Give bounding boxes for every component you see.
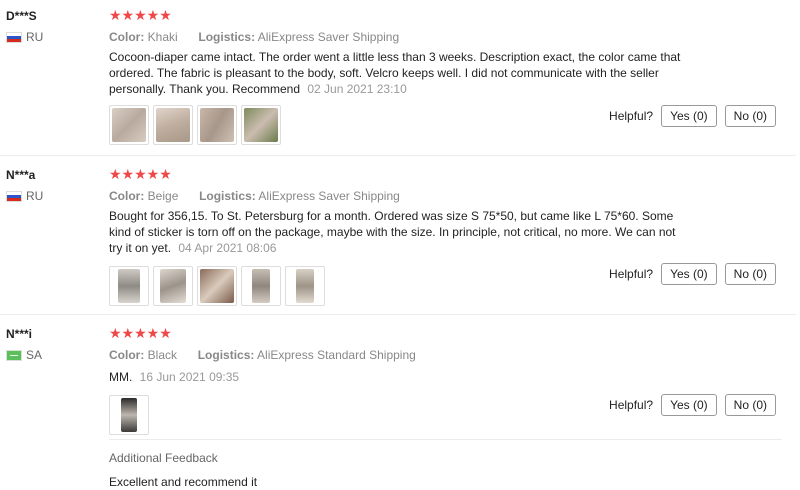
helpful-yes-button[interactable]: Yes (0) — [661, 105, 717, 127]
helpful-label: Helpful? — [609, 109, 654, 123]
star-rating: ★★★★★ — [109, 7, 172, 23]
helpful-yes-button[interactable]: Yes (0) — [661, 263, 717, 285]
logistics-label: Logistics: — [199, 189, 256, 203]
user-name: D***S — [6, 9, 37, 23]
review-text: Bought for 356,15. To St. Petersburg for… — [109, 208, 684, 256]
star-rating: ★★★★★ — [109, 166, 172, 182]
review-user: N***i SA — [6, 326, 42, 362]
user-country: SA — [6, 348, 42, 362]
color-label: Color: — [109, 348, 145, 362]
logistics-label: Logistics: — [198, 30, 256, 44]
review-date: 04 Apr 2021 08:06 — [178, 241, 277, 255]
color-label: Color: — [109, 30, 145, 44]
logistics-label: Logistics: — [197, 348, 255, 362]
review-photo-thumb[interactable] — [285, 266, 325, 306]
helpful-no-button[interactable]: No (0) — [724, 105, 776, 127]
color-value: Black — [147, 348, 178, 362]
review-photo-thumb[interactable] — [241, 266, 281, 306]
review-user: N***a RU — [6, 167, 43, 203]
review-date: 16 Jun 2021 09:35 — [139, 370, 240, 384]
additional-feedback-text: Excellent and recommend it — [109, 475, 258, 489]
user-country: RU — [6, 30, 43, 44]
review-photo-thumb[interactable] — [109, 266, 149, 306]
logistics-value: AliExpress Saver Shipping — [258, 189, 400, 203]
review-photo-thumb[interactable] — [109, 105, 149, 145]
review-photo-thumb[interactable] — [241, 105, 281, 145]
review-item: N***i SA ★★★★★ Color: Black Logistics: A… — [0, 316, 796, 490]
country-code: RU — [26, 189, 44, 203]
user-name: N***i — [6, 327, 33, 341]
color-value: Beige — [147, 189, 179, 203]
saudi-arabia-flag-icon — [6, 349, 22, 361]
review-body: MM. — [109, 370, 133, 384]
helpful-no-button[interactable]: No (0) — [724, 394, 776, 416]
color-label: Color: — [109, 189, 145, 203]
review-divider — [0, 155, 796, 156]
review-photo-thumb[interactable] — [109, 395, 149, 435]
review-date: 02 Jun 2021 23:10 — [307, 82, 407, 96]
russia-flag-icon — [6, 31, 22, 43]
review-photo-thumb[interactable] — [153, 266, 193, 306]
review-photo-thumb[interactable] — [197, 266, 237, 306]
russia-flag-icon — [6, 190, 22, 202]
review-divider — [0, 314, 796, 315]
star-rating: ★★★★★ — [109, 325, 172, 341]
helpful-no-button[interactable]: No (0) — [724, 263, 776, 285]
color-value: Khaki — [147, 30, 178, 44]
country-code: RU — [26, 30, 44, 44]
helpful-vote: Helpful? Yes (0) No (0) — [609, 394, 776, 416]
review-meta: Color: Beige Logistics: AliExpress Saver… — [109, 188, 789, 204]
review-user: D***S RU — [6, 8, 43, 44]
helpful-label: Helpful? — [609, 267, 654, 281]
logistics-value: AliExpress Standard Shipping — [257, 348, 416, 362]
user-country: RU — [6, 189, 43, 203]
logistics-value: AliExpress Saver Shipping — [257, 30, 400, 44]
country-code: SA — [26, 348, 43, 362]
helpful-label: Helpful? — [609, 398, 654, 412]
review-text: MM. 16 Jun 2021 09:35 — [109, 369, 709, 385]
review-photo-thumb[interactable] — [153, 105, 193, 145]
additional-feedback-title: Additional Feedback — [109, 451, 218, 465]
review-text: Cocoon-diaper came intact. The order wen… — [109, 49, 709, 97]
user-name: N***a — [6, 168, 36, 182]
helpful-vote: Helpful? Yes (0) No (0) — [609, 105, 776, 127]
review-photo-thumb[interactable] — [197, 105, 237, 145]
review-item: N***a RU ★★★★★ Color: Beige Logistics: A… — [0, 157, 796, 315]
helpful-vote: Helpful? Yes (0) No (0) — [609, 263, 776, 285]
review-item: D***S RU ★★★★★ Color: Khaki Logistics: A… — [0, 0, 796, 156]
helpful-yes-button[interactable]: Yes (0) — [661, 394, 717, 416]
review-meta: Color: Khaki Logistics: AliExpress Saver… — [109, 29, 789, 45]
additional-feedback: Additional Feedback Excellent and recomm… — [109, 441, 779, 489]
review-meta: Color: Black Logistics: AliExpress Stand… — [109, 347, 789, 363]
additional-feedback-divider — [109, 439, 782, 440]
